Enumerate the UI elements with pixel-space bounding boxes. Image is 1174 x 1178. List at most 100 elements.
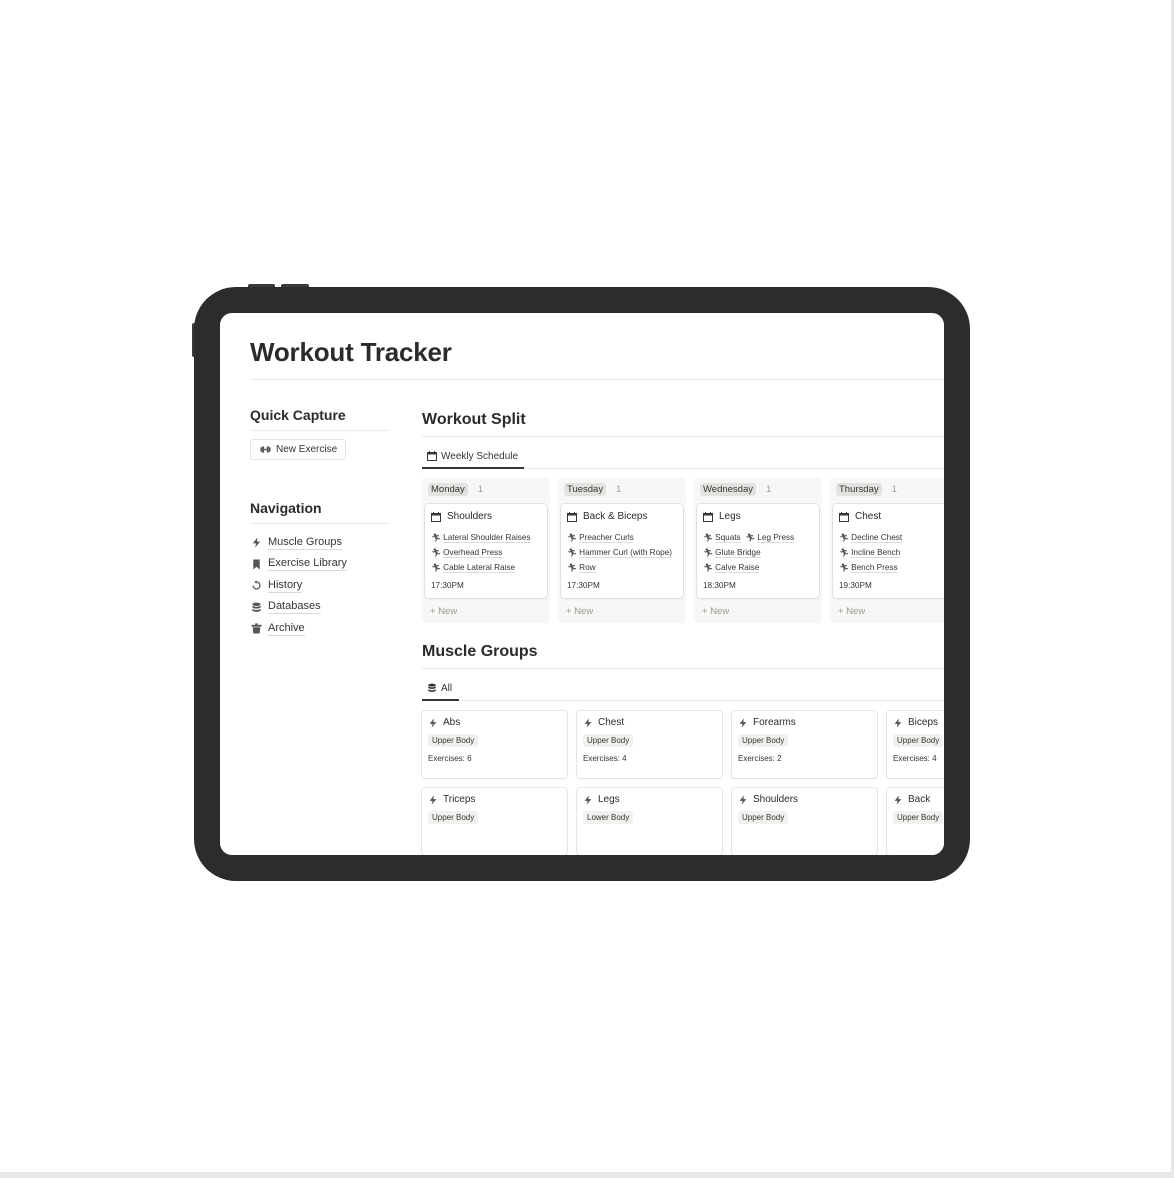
exercise-count: Exercises: 6	[428, 754, 472, 763]
exercise-link[interactable]: 🏃︎ Overhead Press	[431, 548, 503, 558]
horizontal-scrollbar[interactable]	[0, 1172, 1174, 1178]
nav-item-history[interactable]: History	[250, 575, 390, 597]
nav-label: Exercise Library	[268, 557, 347, 572]
body-region-tag: Upper Body	[428, 811, 479, 824]
muscle-group-name: Legs	[598, 794, 620, 805]
new-card-button[interactable]: + New	[430, 606, 547, 617]
bolt-icon	[894, 717, 902, 728]
exercise-link[interactable]: 🏃︎ Glute Bridge	[703, 548, 761, 558]
nav-item-exercise-library[interactable]: Exercise Library	[250, 554, 390, 576]
exercise-link[interactable]: 🏃︎ Row	[567, 563, 596, 573]
day-tag: Tuesday	[564, 482, 607, 496]
muscle-group-name: Shoulders	[753, 794, 799, 805]
history-icon	[250, 580, 262, 592]
exercise-link[interactable]: 🏃︎ Bench Press	[839, 563, 898, 573]
workout-time: 17:30PM	[431, 581, 464, 590]
weekly-board: Monday 1 Shoulders 🏃︎ Lateral Shoulder Rai…	[422, 478, 944, 623]
column-count: 1	[891, 483, 897, 495]
card-title: Back & Biceps	[583, 511, 648, 522]
running-icon: 🏃︎	[839, 548, 850, 557]
body-region-tag: Upper Body	[738, 811, 789, 824]
new-card-button[interactable]: + New	[838, 606, 944, 617]
navigation-heading: Navigation	[250, 500, 390, 524]
board-column-thursday: Thursday 1 Chest 🏃︎ Decline Chest 🏃︎ Inclin…	[830, 478, 944, 623]
new-exercise-button[interactable]: New Exercise	[250, 439, 347, 460]
running-icon: 🏃︎	[703, 548, 714, 557]
board-column-monday: Monday 1 Shoulders 🏃︎ Lateral Shoulder Rai…	[422, 478, 550, 623]
exercise-link[interactable]: 🏃︎ Decline Chest	[839, 533, 903, 543]
nav-item-muscle-groups[interactable]: Muscle Groups	[250, 532, 390, 554]
calendar-icon	[567, 511, 577, 522]
muscle-group-name: Forearms	[753, 717, 796, 728]
page-title: Workout Tracker	[250, 337, 452, 367]
muscle-group-card[interactable]: Shoulders Upper Body	[732, 788, 877, 855]
body-region-tag: Upper Body	[428, 734, 479, 747]
body-region-tag: Upper Body	[893, 734, 944, 747]
calendar-icon	[431, 511, 441, 522]
exercise-link[interactable]: 🏃︎ Incline Bench	[839, 548, 901, 558]
bolt-icon	[584, 794, 592, 805]
muscle-group-name: Biceps	[908, 717, 939, 728]
body-region-tag: Upper Body	[738, 734, 789, 747]
schedule-card[interactable]: Legs 🏃︎ Squats 🏃︎ Leg Press 🏃︎ Glute Bridge…	[697, 504, 819, 598]
muscle-group-card[interactable]: Abs Upper Body Exercises: 6	[422, 711, 567, 778]
calendar-icon	[703, 511, 713, 522]
view-tabs: All	[422, 677, 944, 701]
exercise-count: Exercises: 4	[583, 754, 627, 763]
bookmark-icon	[250, 558, 262, 570]
muscle-group-name: Abs	[443, 717, 461, 728]
schedule-card[interactable]: Shoulders 🏃︎ Lateral Shoulder Raises 🏃︎ Ov…	[425, 504, 547, 598]
running-icon: 🏃︎	[839, 563, 850, 572]
muscle-group-gallery: Abs Upper Body Exercises: 6 Chest Upper …	[422, 711, 944, 855]
muscle-group-card[interactable]: Legs Lower Body	[577, 788, 722, 855]
muscle-group-name: Chest	[598, 717, 625, 728]
running-icon: 🏃︎	[431, 533, 442, 542]
muscle-group-card[interactable]: Back Upper Body	[887, 788, 944, 855]
exercise-link[interactable]: 🏃︎ Cable Lateral Raise	[431, 563, 516, 573]
new-exercise-label: New Exercise	[276, 444, 338, 455]
body-region-tag: Upper Body	[893, 811, 944, 824]
new-card-button[interactable]: + New	[702, 606, 819, 617]
divider	[250, 379, 944, 380]
muscle-groups-section: Muscle Groups All Abs Upper Body Exercis…	[422, 643, 944, 855]
muscle-group-card[interactable]: Triceps Upper Body	[422, 788, 567, 855]
muscle-group-card[interactable]: Forearms Upper Body Exercises: 2	[732, 711, 877, 778]
tab-all[interactable]: All	[422, 677, 459, 701]
tablet-screen: Workout Tracker Quick Capture New Exerci…	[220, 313, 944, 855]
muscle-group-card[interactable]: Chest Upper Body Exercises: 4	[577, 711, 722, 778]
running-icon: 🏃︎	[431, 563, 442, 572]
workout-time: 19:30PM	[839, 581, 872, 590]
sidebar: Quick Capture New Exercise Navigation Mu…	[250, 407, 390, 640]
exercise-link[interactable]: 🏃︎ Preacher Curls	[567, 533, 634, 543]
exercise-link[interactable]: 🏃︎ Hammer Curl (with Rope)	[567, 548, 672, 558]
dumbbell-icon	[259, 444, 271, 456]
running-icon: 🏃︎	[567, 533, 578, 542]
schedule-card[interactable]: Chest 🏃︎ Decline Chest 🏃︎ Incline Bench 🏃︎…	[833, 504, 944, 598]
database-icon	[428, 683, 436, 692]
nav-item-databases[interactable]: Databases	[250, 597, 390, 619]
tab-weekly-schedule[interactable]: Weekly Schedule	[422, 445, 524, 469]
bolt-icon	[584, 717, 592, 728]
quick-capture-heading: Quick Capture	[250, 407, 390, 431]
schedule-card[interactable]: Back & Biceps 🏃︎ Preacher Curls 🏃︎ Hammer …	[561, 504, 683, 598]
nav-label: History	[268, 578, 303, 593]
nav-item-archive[interactable]: Archive	[250, 618, 390, 640]
database-icon	[250, 601, 262, 613]
muscle-group-card[interactable]: Biceps Upper Body Exercises: 4	[887, 711, 944, 778]
calendar-icon	[427, 451, 437, 461]
nav-label: Archive	[268, 621, 305, 636]
muscle-group-name: Triceps	[443, 794, 476, 805]
workout-time: 17:30PM	[567, 581, 600, 590]
exercise-link[interactable]: 🏃︎ Leg Press	[745, 533, 795, 543]
workout-split-heading: Workout Split	[422, 411, 944, 437]
card-title: Shoulders	[447, 511, 493, 522]
bolt-icon	[894, 794, 902, 805]
workout-time: 18:30PM	[703, 581, 736, 590]
exercise-link[interactable]: 🏃︎ Calve Raise	[703, 563, 760, 573]
new-card-button[interactable]: + New	[566, 606, 683, 617]
bolt-icon	[739, 717, 747, 728]
exercise-link[interactable]: 🏃︎ Squats	[703, 533, 741, 543]
main-content: Workout Split Weekly Schedule Monday 1 Sh…	[422, 411, 944, 855]
card-title: Legs	[719, 511, 741, 522]
exercise-link[interactable]: 🏃︎ Lateral Shoulder Raises	[431, 533, 531, 543]
